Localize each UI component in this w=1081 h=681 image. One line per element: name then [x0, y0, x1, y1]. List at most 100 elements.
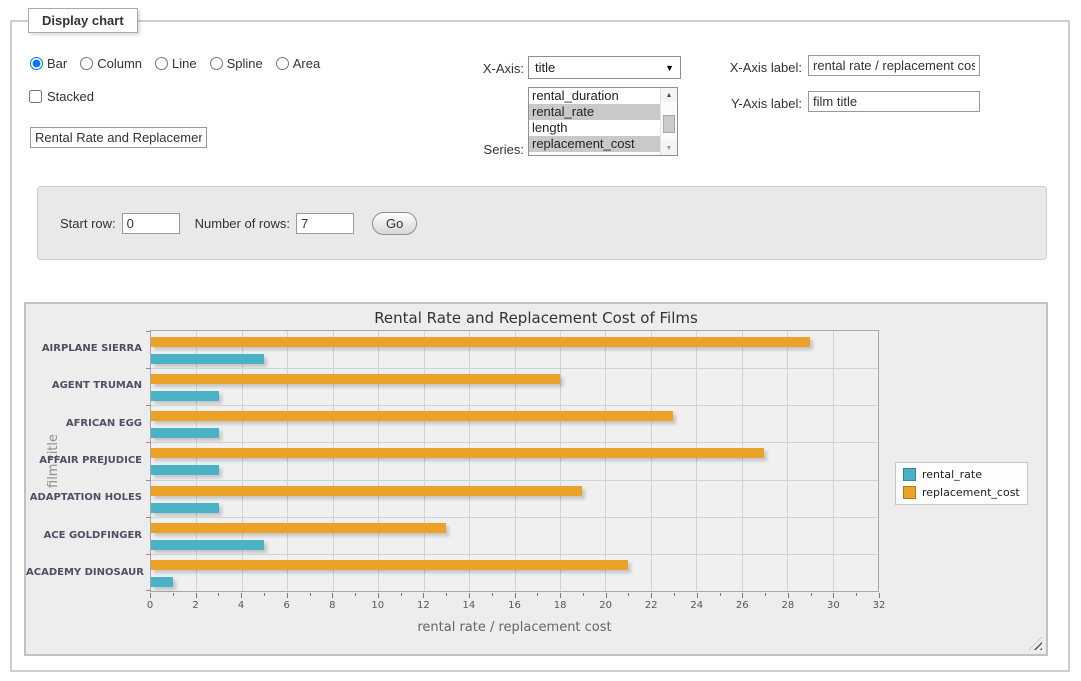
x-axis-tick	[606, 593, 607, 598]
chart-type-label: Line	[172, 56, 197, 71]
scrollbar-thumb[interactable]	[663, 115, 675, 133]
y-axis-label-label: Y-Axis label:	[705, 96, 802, 111]
stacked-checkbox[interactable]	[29, 90, 42, 103]
legend-swatch-replacement_cost	[903, 486, 916, 499]
series-option-length[interactable]: length	[529, 120, 660, 136]
scroll-up-icon[interactable]: ▲	[661, 88, 677, 102]
go-button[interactable]: Go	[372, 212, 417, 235]
x-axis-tick	[537, 593, 538, 596]
x-tick-label: 16	[508, 600, 521, 611]
series-option-rental_duration[interactable]: rental_duration	[529, 88, 660, 104]
resize-grip-icon[interactable]	[1029, 637, 1042, 650]
display-chart-panel: Display chart BarColumnLineSplineArea St…	[10, 20, 1070, 672]
x-tick-label: 24	[690, 600, 703, 611]
x-tick-label: 32	[873, 600, 886, 611]
radio-line[interactable]	[155, 57, 168, 70]
chart-type-column[interactable]: Column	[80, 56, 142, 71]
bar-group	[151, 368, 878, 405]
num-rows-label: Number of rows:	[195, 216, 290, 231]
bar-replacement_cost	[151, 411, 673, 421]
chart-type-line[interactable]: Line	[155, 56, 197, 71]
bar-replacement_cost	[151, 523, 446, 533]
x-tick-label: 30	[827, 600, 840, 611]
x-tick-label: 22	[645, 600, 658, 611]
radio-area[interactable]	[276, 57, 289, 70]
x-axis-tick	[651, 593, 652, 598]
y-axis-tick	[146, 590, 151, 591]
x-axis-tick	[492, 593, 493, 596]
chart-type-area[interactable]: Area	[276, 56, 320, 71]
series-option-replacement_cost[interactable]: replacement_cost	[529, 136, 660, 152]
stacked-label: Stacked	[47, 89, 94, 104]
y-axis-tick	[146, 517, 151, 518]
legend-swatch-rental_rate	[903, 468, 916, 481]
series-scrollbar[interactable]: ▲ ▼	[660, 88, 677, 155]
series-multiselect[interactable]: rental_durationrental_ratelengthreplacem…	[528, 87, 678, 156]
x-tick-label: 10	[371, 600, 384, 611]
page: Display chart BarColumnLineSplineArea St…	[0, 0, 1081, 681]
y-axis-tick	[146, 480, 151, 481]
y-axis-tick	[146, 331, 151, 332]
category-label: ACE GOLDFINGER	[26, 530, 142, 541]
x-axis-label-label: X-Axis label:	[705, 60, 802, 75]
bar-replacement_cost	[151, 560, 628, 570]
y-axis-label-input[interactable]	[808, 91, 980, 112]
x-axis-tick	[765, 593, 766, 596]
series-select-label: Series:	[440, 142, 524, 157]
x-axis-tick	[264, 593, 265, 596]
x-tick-label: 20	[599, 600, 612, 611]
legend-label: rental_rate	[922, 468, 982, 481]
chart-type-label: Column	[97, 56, 142, 71]
category-label: ACADEMY DINOSAUR	[26, 567, 142, 578]
x-axis-label-input[interactable]	[808, 55, 980, 76]
chart-legend: rental_rate replacement_cost	[895, 462, 1028, 505]
bar-rental_rate	[151, 354, 264, 364]
x-axis-select-label: X-Axis:	[440, 61, 524, 76]
chart-title-input[interactable]	[30, 127, 207, 148]
chart-type-bar[interactable]: Bar	[30, 56, 67, 71]
x-axis-tick	[856, 593, 857, 596]
x-tick-label: 26	[736, 600, 749, 611]
x-tick-label: 0	[147, 600, 153, 611]
x-axis-tick	[446, 593, 447, 596]
y-axis-tick	[146, 554, 151, 555]
bar-group	[151, 517, 878, 554]
x-axis-tick	[196, 593, 197, 598]
bar-replacement_cost	[151, 374, 560, 384]
x-axis-tick	[173, 593, 174, 596]
x-axis-select[interactable]: title ▼	[528, 56, 681, 79]
series-option-rental_rate[interactable]: rental_rate	[529, 104, 660, 120]
chart-type-radios: Bar Column Line Spline Area	[30, 53, 320, 73]
scrollbar-track[interactable]	[661, 102, 677, 141]
y-axis-tick	[146, 442, 151, 443]
num-rows-input[interactable]	[296, 213, 354, 234]
x-axis-tick	[674, 593, 675, 596]
bar-group	[151, 480, 878, 517]
x-axis-tick	[697, 593, 698, 598]
y-axis-tick	[146, 405, 151, 406]
bar-rental_rate	[151, 465, 219, 475]
x-tick-label: 28	[782, 600, 795, 611]
chart-type-label: Bar	[47, 56, 67, 71]
x-axis-tick	[879, 593, 880, 598]
legend-item-replacement_cost: replacement_cost	[903, 486, 1020, 499]
x-axis-tick	[811, 593, 812, 596]
x-axis-tick	[423, 593, 424, 598]
stacked-option[interactable]: Stacked	[29, 87, 94, 105]
bar-rental_rate	[151, 577, 173, 587]
chart-type-spline[interactable]: Spline	[210, 56, 263, 71]
bar-replacement_cost	[151, 448, 764, 458]
x-axis-tick	[788, 593, 789, 598]
x-tick-label: 14	[463, 600, 476, 611]
category-label: ADAPTATION HOLES	[26, 492, 142, 503]
category-label: AIRPLANE SIERRA	[26, 343, 142, 354]
x-axis-tick	[310, 593, 311, 596]
radio-column[interactable]	[80, 57, 93, 70]
legend-item-rental_rate: rental_rate	[903, 468, 1020, 481]
start-row-input[interactable]	[122, 213, 180, 234]
bar-rental_rate	[151, 391, 219, 401]
radio-bar[interactable]	[30, 57, 43, 70]
bar-rental_rate	[151, 428, 219, 438]
radio-spline[interactable]	[210, 57, 223, 70]
scroll-down-icon[interactable]: ▼	[661, 141, 677, 155]
